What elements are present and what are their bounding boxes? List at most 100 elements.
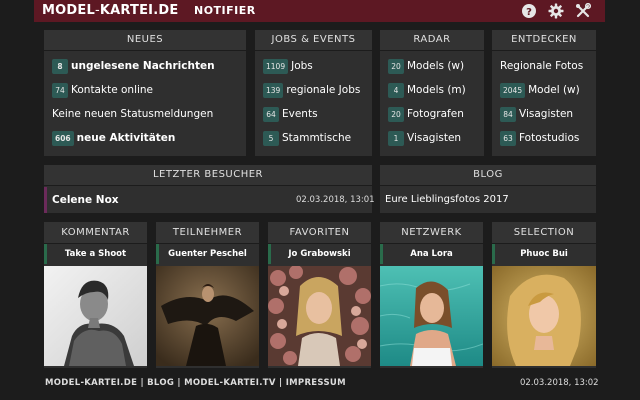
panel-entdecken: ENTDECKEN Regionale Fotos 2045 Model (w) … <box>492 30 596 156</box>
column-title: TEILNEHMER <box>156 222 259 244</box>
footer-link-tv[interactable]: MODEL-KARTEI.TV <box>184 378 276 388</box>
count-badge: 20 <box>388 106 404 122</box>
item-label: Visagisten <box>407 132 462 144</box>
member-photo[interactable] <box>156 266 259 366</box>
entdecken-item-model-w[interactable]: 2045 Model (w) <box>500 81 580 99</box>
item-label: Regionale Fotos <box>500 60 584 72</box>
member-photo[interactable] <box>268 266 371 366</box>
panel-title: RADAR <box>380 30 484 51</box>
jobs-item-jobs[interactable]: 1109 Jobs <box>263 57 313 75</box>
member-name[interactable]: Ana Lora <box>380 244 483 264</box>
footer-link-model-kartei[interactable]: MODEL-KARTEI.DE <box>45 378 137 388</box>
svg-text:?: ? <box>526 7 532 18</box>
jobs-item-regional[interactable]: 139 regionale Jobs <box>263 81 360 99</box>
panel-neues: NEUES 8 ungelesene Nachrichten 74 Kontakte… <box>44 30 246 156</box>
column-title: FAVORITEN <box>268 222 371 244</box>
count-badge: 8 <box>52 58 68 74</box>
neues-item-activities[interactable]: 606 neue Aktivitäten <box>52 129 175 147</box>
panel-title: ENTDECKEN <box>492 30 596 51</box>
member-photo[interactable] <box>492 266 596 366</box>
entdecken-item-regional[interactable]: Regionale Fotos <box>500 57 583 75</box>
count-badge: 84 <box>500 106 516 122</box>
item-label: Fotostudios <box>519 132 580 144</box>
column-title: SELECTION <box>492 222 596 244</box>
radar-item-fotografen[interactable]: 20 Fotografen <box>388 105 464 123</box>
member-name[interactable]: Take a Shoot <box>44 244 147 264</box>
count-badge: 74 <box>52 82 68 98</box>
logo-text-main: MODEL <box>42 3 95 18</box>
radar-item-models-w[interactable]: 20 Models (w) <box>388 57 464 75</box>
item-label: Events <box>282 108 318 120</box>
item-label: Stammtische <box>282 132 352 144</box>
column-selection: SELECTION Phuoc Bui <box>492 222 596 368</box>
jobs-item-events[interactable]: 64 Events <box>263 105 318 123</box>
column-netzwerk: NETZWERK Ana Lora <box>380 222 483 368</box>
column-teilnehmer: TEILNEHMER Guenter Peschel <box>156 222 259 368</box>
item-label: ungelesene Nachrichten <box>71 60 215 72</box>
logo-text-rest: KARTEI.DE <box>99 3 179 18</box>
count-badge: 1 <box>388 130 404 146</box>
item-label: Jobs <box>291 60 313 72</box>
footer-links: MODEL-KARTEI.DE | BLOG | MODEL-KARTEI.TV… <box>45 378 346 388</box>
item-label: Visagisten <box>519 108 574 120</box>
app-header: MODEL-KARTEI.DE NOTIFIER ? <box>34 0 605 22</box>
gear-icon[interactable] <box>548 3 564 19</box>
panel-title: BLOG <box>380 165 596 186</box>
panel-title: LETZTER BESUCHER <box>44 165 372 186</box>
footer-link-impressum[interactable]: IMPRESSUM <box>286 378 346 388</box>
footer-separator: | <box>177 378 181 388</box>
jobs-item-stammtische[interactable]: 5 Stammtische <box>263 129 351 147</box>
panel-jobs-events: JOBS & EVENTS 1109 Jobs 139 regionale Jobs… <box>255 30 372 156</box>
column-favoriten: FAVORITEN Jo Grabowski <box>268 222 371 368</box>
item-label: Model (w) <box>528 84 580 96</box>
column-title: NETZWERK <box>380 222 483 244</box>
blog-entry-link[interactable]: Eure Lieblingsfotos 2017 <box>385 194 509 205</box>
footer-timestamp: 02.03.2018, 13:02 <box>520 378 599 388</box>
count-badge: 63 <box>500 130 516 146</box>
visitor-accent <box>44 187 47 213</box>
entdecken-item-visagisten[interactable]: 84 Visagisten <box>500 105 573 123</box>
count-badge: 20 <box>388 58 404 74</box>
count-badge: 5 <box>263 130 279 146</box>
item-label: Models (w) <box>407 60 465 72</box>
column-kommentar: KOMMENTAR Take a Shoot <box>44 222 147 368</box>
site-logo[interactable]: MODEL-KARTEI.DE <box>42 3 178 18</box>
column-title: KOMMENTAR <box>44 222 147 244</box>
footer-separator: | <box>140 378 144 388</box>
neues-item-status[interactable]: Keine neuen Statusmeldungen <box>52 105 213 123</box>
item-label: Fotografen <box>407 108 464 120</box>
visitor-name[interactable]: Celene Nox <box>52 194 119 206</box>
member-name[interactable]: Phuoc Bui <box>492 244 596 264</box>
tools-icon[interactable] <box>575 2 592 19</box>
member-photo[interactable] <box>380 266 483 366</box>
panel-radar: RADAR 20 Models (w) 4 Models (m) 20 Fotogra… <box>380 30 484 156</box>
item-label: Kontakte online <box>71 84 154 96</box>
panel-last-visitor: LETZTER BESUCHER Celene Nox 02.03.2018, … <box>44 165 375 213</box>
count-badge: 64 <box>263 106 279 122</box>
radar-item-models-m[interactable]: 4 Models (m) <box>388 81 466 99</box>
count-badge: 4 <box>388 82 404 98</box>
footer-link-blog[interactable]: BLOG <box>147 378 174 388</box>
member-name[interactable]: Jo Grabowski <box>268 244 371 264</box>
radar-item-visagisten[interactable]: 1 Visagisten <box>388 129 461 147</box>
item-label: Keine neuen Statusmeldungen <box>52 108 214 120</box>
panel-title: JOBS & EVENTS <box>255 30 372 51</box>
panel-title: NEUES <box>44 30 246 51</box>
panel-blog: BLOG Eure Lieblingsfotos 2017 <box>380 165 596 213</box>
count-badge: 139 <box>263 82 284 98</box>
item-label: Models (m) <box>407 84 466 96</box>
neues-item-contacts[interactable]: 74 Kontakte online <box>52 81 153 99</box>
item-label: regionale Jobs <box>286 84 361 96</box>
app-title: NOTIFIER <box>194 4 256 17</box>
footer-separator: | <box>279 378 283 388</box>
count-badge: 2045 <box>500 82 526 98</box>
item-label: neue Aktivitäten <box>76 132 176 144</box>
visitor-date: 02.03.2018, 13:01 <box>296 195 375 205</box>
member-name[interactable]: Guenter Peschel <box>156 244 259 264</box>
count-badge: 606 <box>52 130 74 146</box>
count-badge: 1109 <box>263 58 289 74</box>
entdecken-item-fotostudios[interactable]: 63 Fotostudios <box>500 129 579 147</box>
member-photo[interactable] <box>44 266 147 366</box>
neues-item-messages[interactable]: 8 ungelesene Nachrichten <box>52 57 215 75</box>
help-icon[interactable]: ? <box>521 3 537 19</box>
